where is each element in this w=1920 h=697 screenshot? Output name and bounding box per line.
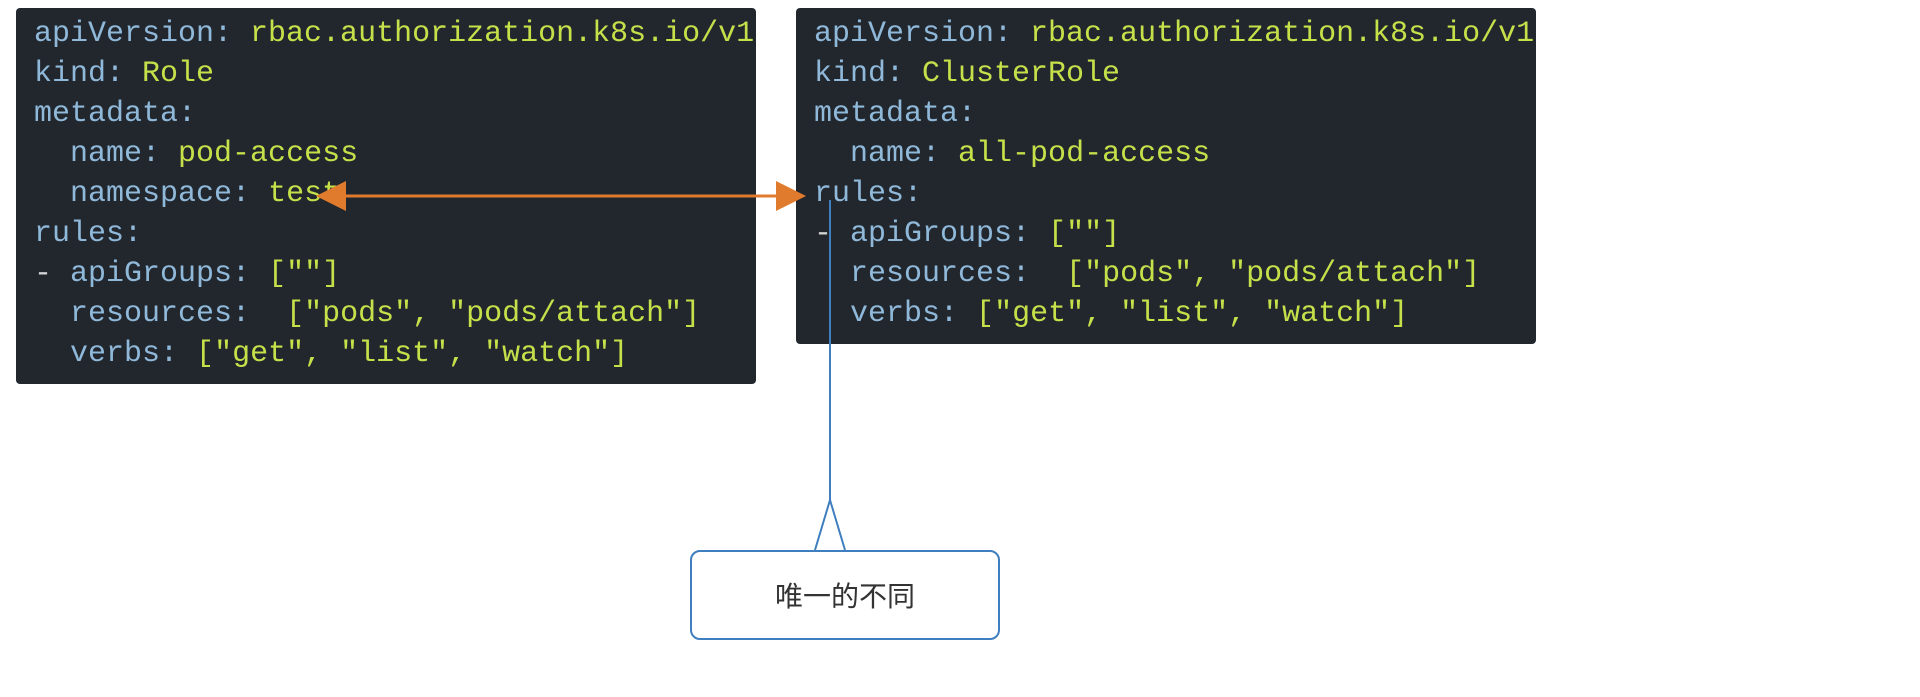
clusterrole-code-tok-key: rules — [814, 177, 904, 211]
clusterrole-code-tok-str: "watch" — [1264, 297, 1390, 331]
role-code-tok-punct: , — [304, 337, 340, 371]
clusterrole-code-tok-punct: [ — [976, 297, 994, 331]
role-code-tok-punct: [ — [286, 297, 304, 331]
role-code-line-7: resources: ["pods", "pods/attach"] — [34, 294, 744, 334]
role-code-tok-key: name — [70, 137, 142, 171]
diagram-stage: apiVersion: rbac.authorization.k8s.io/v1… — [0, 0, 1920, 697]
role-code-tok-dash: - — [34, 257, 70, 291]
role-code-tok-key: apiVersion — [34, 17, 214, 51]
clusterrole-code-tok-punct: , — [1084, 297, 1120, 331]
clusterrole-code-line-0: apiVersion: rbac.authorization.k8s.io/v1 — [814, 14, 1524, 54]
role-code-tok-colon: : — [142, 137, 178, 171]
clusterrole-code-tok-key: resources — [850, 257, 1012, 291]
role-code-tok-colon: : — [124, 217, 142, 251]
clusterrole-code-tok-punct: [ — [1048, 217, 1066, 251]
role-code-line-6: - apiGroups: [""] — [34, 254, 744, 294]
role-code-tok-punct: ] — [322, 257, 340, 291]
clusterrole-code-tok-key: apiVersion — [814, 17, 994, 51]
role-code-line-5: rules: — [34, 214, 744, 254]
role-code-tok-punct: ] — [682, 297, 700, 331]
clusterrole-code-tok-val: rbac.authorization.k8s.io/v1 — [1030, 17, 1534, 51]
clusterrole-code-tok-colon: : — [958, 97, 976, 131]
role-code-tok-colon: : — [232, 257, 268, 291]
role-code-tok-key: verbs — [70, 337, 160, 371]
callout-text: 唯一的不同 — [775, 575, 915, 615]
role-code-tok-colon: : — [160, 337, 196, 371]
clusterrole-code-tok-val: all-pod-access — [958, 137, 1210, 171]
role-code-line-1: kind: Role — [34, 54, 744, 94]
role-code-tok-colon: : — [178, 97, 196, 131]
role-code-tok-val: Role — [142, 57, 214, 91]
role-code-line-0: apiVersion: rbac.authorization.k8s.io/v1 — [34, 14, 744, 54]
clusterrole-code-tok-val: ClusterRole — [922, 57, 1120, 91]
role-code-tok-key: namespace — [70, 177, 232, 211]
clusterrole-code-tok-key: name — [850, 137, 922, 171]
role-code-tok-colon: : — [232, 177, 268, 211]
role-code-line-3: name: pod-access — [34, 134, 744, 174]
code-block-role: apiVersion: rbac.authorization.k8s.io/v1… — [16, 8, 756, 384]
clusterrole-code-tok-key: kind — [814, 57, 886, 91]
role-code-tok-val: pod-access — [178, 137, 358, 171]
clusterrole-code-tok-colon: : — [1012, 217, 1048, 251]
clusterrole-code-tok-colon: : — [994, 17, 1030, 51]
clusterrole-code-tok-key: verbs — [850, 297, 940, 331]
clusterrole-code-tok-str: "get" — [994, 297, 1084, 331]
role-code-tok-str: "pods/attach" — [448, 297, 682, 331]
clusterrole-code-tok-colon: : — [904, 177, 922, 211]
clusterrole-code-tok-str: "pods/attach" — [1228, 257, 1462, 291]
clusterrole-code-line-3: name: all-pod-access — [814, 134, 1524, 174]
clusterrole-code-tok-punct: ] — [1390, 297, 1408, 331]
role-code-tok-key: metadata — [34, 97, 178, 131]
role-code-tok-punct: , — [412, 297, 448, 331]
role-code-tok-str: "list" — [340, 337, 448, 371]
clusterrole-code-tok-punct: , — [1228, 297, 1264, 331]
clusterrole-code-tok-colon: : — [940, 297, 976, 331]
clusterrole-code-tok-str: "list" — [1120, 297, 1228, 331]
clusterrole-code-tok-str: "" — [1066, 217, 1102, 251]
role-code-tok-key: resources — [70, 297, 232, 331]
role-code-tok-key: apiGroups — [70, 257, 232, 291]
clusterrole-code-tok-str: "pods" — [1084, 257, 1192, 291]
callout-leader — [815, 500, 845, 550]
role-code-tok-punct: [ — [268, 257, 286, 291]
clusterrole-code-tok-colon: : — [1012, 257, 1066, 291]
code-block-clusterrole: apiVersion: rbac.authorization.k8s.io/v1… — [796, 8, 1536, 344]
clusterrole-code-tok-punct: ] — [1462, 257, 1480, 291]
role-code-tok-punct: [ — [196, 337, 214, 371]
role-code-tok-key: kind — [34, 57, 106, 91]
role-code-tok-val: test — [268, 177, 340, 211]
clusterrole-code-tok-key: apiGroups — [850, 217, 1012, 251]
role-code-tok-val: rbac.authorization.k8s.io/v1 — [250, 17, 754, 51]
clusterrole-code-tok-punct: [ — [1066, 257, 1084, 291]
role-code-tok-punct: ] — [610, 337, 628, 371]
role-code-tok-colon: : — [232, 297, 286, 331]
role-code-tok-str: "pods" — [304, 297, 412, 331]
clusterrole-code-line-4: rules: — [814, 174, 1524, 214]
clusterrole-code-line-1: kind: ClusterRole — [814, 54, 1524, 94]
role-code-tok-colon: : — [106, 57, 142, 91]
role-code-line-2: metadata: — [34, 94, 744, 134]
role-code-tok-str: "get" — [214, 337, 304, 371]
callout-box: 唯一的不同 — [690, 550, 1000, 640]
clusterrole-code-tok-punct: , — [1192, 257, 1228, 291]
role-code-tok-str: "" — [286, 257, 322, 291]
clusterrole-code-line-6: resources: ["pods", "pods/attach"] — [814, 254, 1524, 294]
clusterrole-code-tok-dash: - — [814, 217, 850, 251]
clusterrole-code-tok-colon: : — [886, 57, 922, 91]
role-code-line-8: verbs: ["get", "list", "watch"] — [34, 334, 744, 374]
role-code-tok-punct: , — [448, 337, 484, 371]
role-code-tok-colon: : — [214, 17, 250, 51]
clusterrole-code-line-2: metadata: — [814, 94, 1524, 134]
clusterrole-code-line-5: - apiGroups: [""] — [814, 214, 1524, 254]
clusterrole-code-tok-colon: : — [922, 137, 958, 171]
role-code-tok-key: rules — [34, 217, 124, 251]
clusterrole-code-tok-punct: ] — [1102, 217, 1120, 251]
role-code-tok-str: "watch" — [484, 337, 610, 371]
clusterrole-code-tok-key: metadata — [814, 97, 958, 131]
clusterrole-code-line-7: verbs: ["get", "list", "watch"] — [814, 294, 1524, 334]
role-code-line-4: namespace: test — [34, 174, 744, 214]
